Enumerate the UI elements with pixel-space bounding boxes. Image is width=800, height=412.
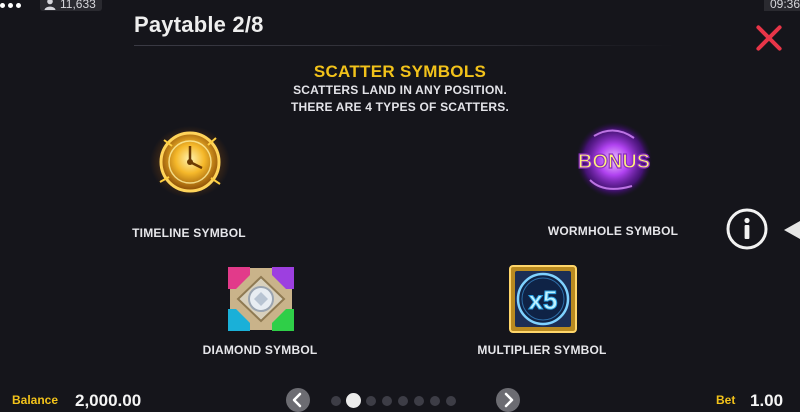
page-dot[interactable]	[430, 395, 440, 406]
page-dot[interactable]	[366, 395, 376, 406]
page-dot[interactable]	[382, 395, 392, 406]
info-icon[interactable]	[726, 208, 768, 250]
page-dot[interactable]	[398, 395, 408, 406]
timeline-symbol-label: TIMELINE SYMBOL	[132, 226, 246, 240]
multiplier-text: x5	[529, 285, 558, 315]
section-heading: SCATTER SYMBOLS	[313, 62, 487, 81]
balance-value: 2,000.00	[75, 391, 142, 410]
bonus-text: BONUS	[578, 151, 650, 173]
page-dot[interactable]	[414, 395, 424, 406]
multiplier-x5-icon: x5	[509, 265, 577, 333]
clock: 09:36	[763, 0, 800, 11]
chevron-right-icon	[504, 392, 514, 408]
bet-value: 1.00	[750, 391, 784, 410]
triangle-left-icon[interactable]	[784, 221, 800, 239]
page-title: Paytable 2/8	[134, 12, 264, 37]
player-count-badge: 11,633	[40, 0, 102, 11]
multiplier-symbol-label: MULTIPLIER SYMBOL	[477, 343, 607, 357]
page-dot[interactable]	[331, 395, 341, 406]
player-count: 11,633	[60, 0, 96, 11]
chevron-left-icon	[292, 392, 302, 408]
page-indicator	[331, 393, 456, 408]
page-dot-current[interactable]	[346, 393, 361, 408]
user-icon	[44, 0, 56, 10]
balance-label: Balance	[12, 393, 59, 407]
more-dots-icon[interactable]	[0, 0, 30, 12]
prev-page-button[interactable]	[286, 388, 310, 412]
title-divider	[134, 45, 674, 46]
next-page-button[interactable]	[496, 388, 520, 412]
section-description-line1: SCATTERS LAND IN ANY POSITION.	[293, 83, 507, 97]
bonus-wormhole-icon: BONUS	[574, 120, 654, 200]
golden-clock-icon	[150, 126, 230, 198]
footer-bar: Balance 2,000.00 Bet 1.00	[0, 388, 800, 412]
close-icon[interactable]	[754, 23, 784, 53]
status-bar: 11,633 09:36	[0, 0, 800, 14]
wormhole-symbol-label: WORMHOLE SYMBOL	[547, 224, 679, 238]
page-dot[interactable]	[446, 395, 456, 406]
diamond-gems-icon	[226, 265, 296, 333]
bet-label: Bet	[716, 393, 736, 407]
section-description-line2: THERE ARE 4 TYPES OF SCATTERS.	[290, 100, 510, 114]
diamond-symbol-label: DIAMOND SYMBOL	[202, 343, 318, 357]
